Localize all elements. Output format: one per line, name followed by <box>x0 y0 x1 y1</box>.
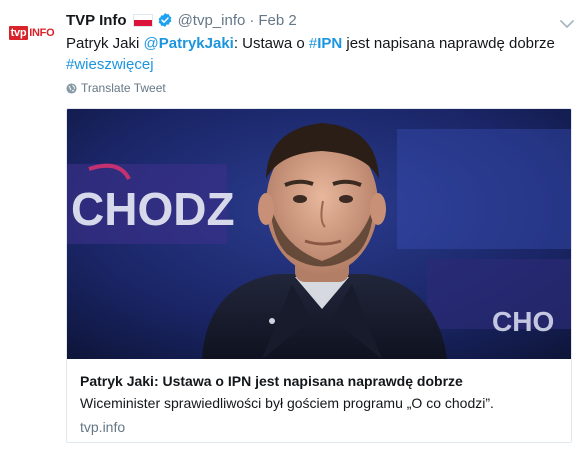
hashtag-link-wieszwiecej[interactable]: #wieszwięcej <box>66 56 154 73</box>
author-handle[interactable]: @tvp_info <box>178 12 246 29</box>
tweet-text-part: Patryk Jaki <box>66 35 144 52</box>
separator-dot: · <box>249 11 255 29</box>
mention-name: PatrykJaki <box>158 35 234 52</box>
tweet-text-part: : Ustawa o <box>233 35 309 52</box>
card-title: Patryk Jaki: Ustawa o IPN jest napisana … <box>80 373 463 389</box>
card-body[interactable]: Patryk Jaki: Ustawa o IPN jest napisana … <box>67 360 571 442</box>
card-domain: tvp.info <box>80 419 126 435</box>
tweet-text-part: jest napisana naprawdę dobrze <box>342 35 555 52</box>
news-studio-photo: CHODZ CHO <box>67 109 571 359</box>
tvp-info-logo: tvp INFO <box>8 26 56 40</box>
link-card[interactable]: CHODZ CHO Patryk Jaki: Ustawa o IPN jest… <box>66 108 572 443</box>
tweet-header: TVP Info @tvp_info · Feb 2 <box>66 10 297 30</box>
card-description: Wiceminister sprawiedliwości był gościem… <box>80 395 494 411</box>
tweet-date[interactable]: Feb 2 <box>258 12 296 29</box>
globe-icon <box>66 82 77 94</box>
hashtag-word: IPN <box>317 35 343 52</box>
hashtag-link-ipn[interactable]: #IPN <box>309 35 342 52</box>
verified-badge-icon <box>157 12 173 28</box>
tweet-text: Patryk Jaki @PatrykJaki: Ustawa o #IPN j… <box>66 33 572 75</box>
logo-tvp-text: tvp <box>8 26 29 40</box>
avatar[interactable]: tvp INFO <box>8 22 56 44</box>
translate-tweet-link[interactable]: Translate Tweet <box>66 80 166 96</box>
chevron-down-icon[interactable] <box>560 16 574 28</box>
author-name[interactable]: TVP Info <box>66 12 127 29</box>
studio-backdrop-text: CHODZ <box>71 183 235 235</box>
svg-text:CHO: CHO <box>492 306 554 337</box>
logo-info-text: INFO <box>29 27 55 39</box>
poland-flag-icon <box>132 13 153 27</box>
mention-link[interactable]: @PatrykJaki <box>144 35 234 52</box>
tweet[interactable]: tvp INFO TVP Info @tvp_info · Feb 2 Patry… <box>0 0 586 468</box>
card-image[interactable]: CHODZ CHO <box>67 109 571 359</box>
translate-label: Translate Tweet <box>81 81 166 95</box>
hashtag-symbol: # <box>308 35 318 52</box>
